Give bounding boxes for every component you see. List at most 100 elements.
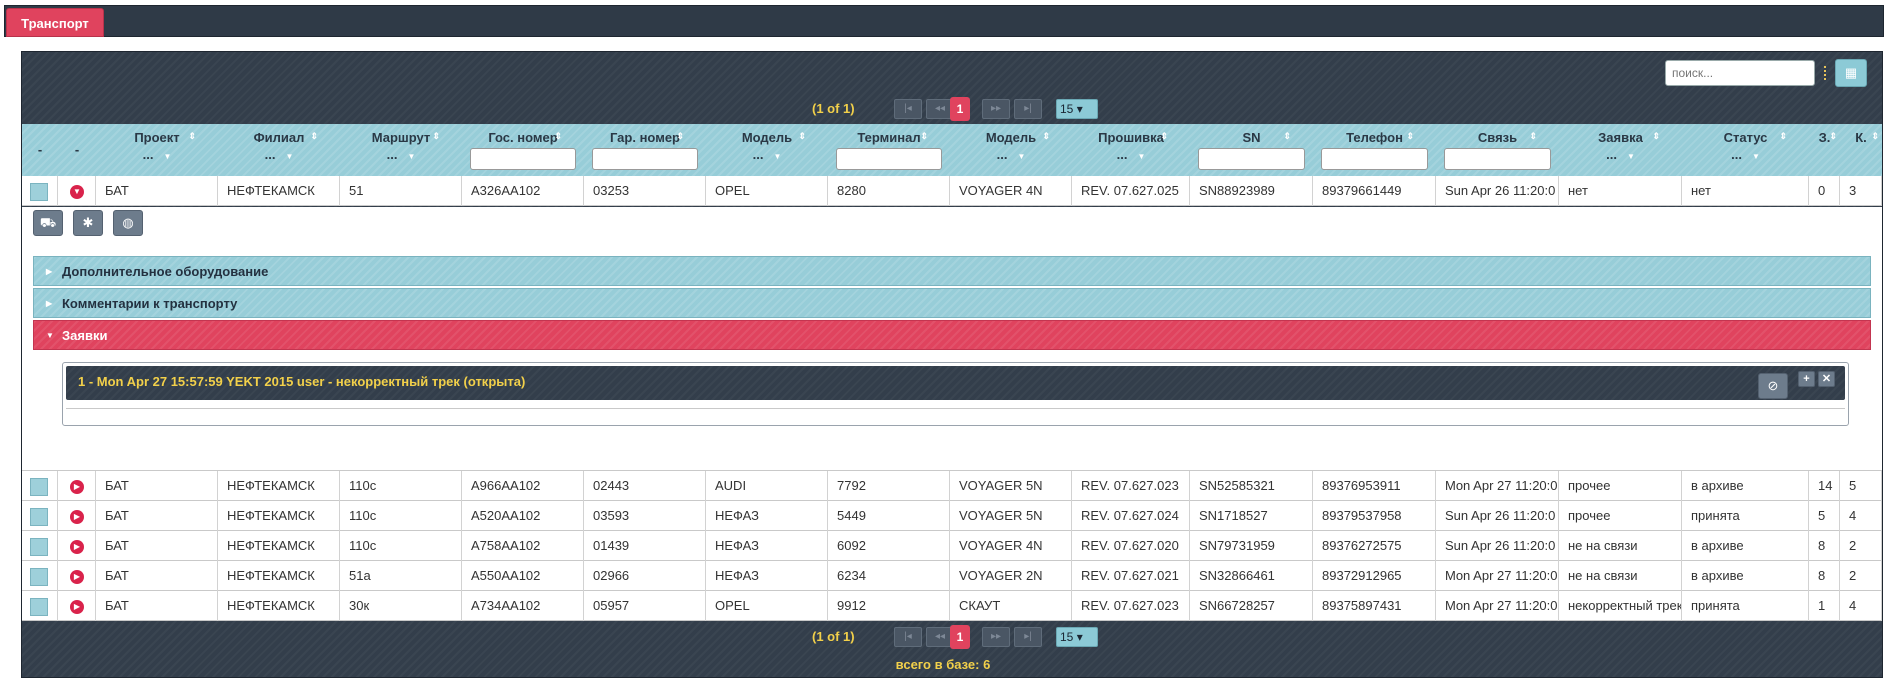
sort-icon[interactable]: ⇕ (1529, 131, 1537, 142)
columns-toggle-button[interactable]: ▦ (1835, 59, 1867, 87)
column-header[interactable]: К. ⇕ (1840, 124, 1882, 176)
sort-icon[interactable]: ⇕ (554, 131, 562, 142)
cell-terminal: 9912 (828, 591, 950, 621)
column-filter-input[interactable] (592, 148, 698, 170)
table-row[interactable]: ▶ БАТ НЕФТЕКАМСК 30к А734АА102 05957 OPEL 9912 С… (22, 591, 1882, 621)
expand-row-icon[interactable]: ▶ (70, 539, 84, 554)
sort-icon[interactable]: ⇕ (798, 131, 806, 142)
accordion-section[interactable]: ▶ Комментарии к транспорту (33, 288, 1871, 318)
column-filter-input[interactable] (1198, 148, 1305, 170)
sort-icon[interactable]: ⇕ (1652, 131, 1660, 142)
expand-row-icon[interactable]: ▶ (70, 479, 84, 494)
column-filter-select[interactable]: ... ▼ (96, 147, 218, 162)
accordion-section[interactable]: ▼ Заявки (33, 320, 1871, 350)
sort-icon[interactable]: ⇕ (1160, 131, 1168, 142)
cell-last-contact: Mon Apr 27 11:20:0 (1436, 561, 1559, 591)
column-header[interactable]: Проект ⇕ ... ▼ (96, 124, 218, 176)
next-page-button[interactable]: ▸▸ (982, 99, 1010, 119)
column-filter-input[interactable] (1321, 148, 1428, 170)
cancel-request-button[interactable]: ⊘ (1758, 373, 1788, 399)
row-checkbox[interactable] (30, 507, 48, 526)
row-checkbox[interactable] (30, 597, 48, 616)
first-page-button[interactable]: |◂ (894, 99, 922, 119)
cell-vehicle-model: НЕФАЗ (706, 501, 828, 531)
row-checkbox[interactable] (30, 537, 48, 556)
sort-icon[interactable]: ⇕ (1406, 131, 1414, 142)
table-row[interactable]: ▼ БАТ НЕФТЕКАМСК 51 А326АА102 03253 OPEL 8280 VO… (22, 176, 1882, 206)
column-header[interactable]: - (58, 124, 96, 176)
last-page-button[interactable]: ▸| (1014, 99, 1042, 119)
column-filter-select[interactable]: ... ▼ (340, 147, 462, 162)
truck-button[interactable]: ⛟ (33, 210, 63, 236)
rows-per-page-select[interactable]: 15 ▾ (1056, 627, 1098, 647)
search-input[interactable] (1665, 60, 1815, 86)
column-filter-input[interactable] (1444, 148, 1551, 170)
column-header[interactable]: Маршрут ⇕ ... ▼ (340, 124, 462, 176)
cell-plate: А326АА102 (462, 176, 584, 206)
column-filter-input[interactable] (836, 148, 942, 170)
cell-terminal: 8280 (828, 176, 950, 206)
expand-row-icon[interactable]: ▶ (70, 599, 84, 614)
table-row[interactable]: ▶ БАТ НЕФТЕКАМСК 51а А550АА102 02966 НЕФАЗ 6234… (22, 561, 1882, 591)
cell-k-count: 5 (1840, 471, 1882, 501)
sort-icon[interactable]: ⇕ (310, 131, 318, 142)
column-header[interactable]: Модель ⇕ ... ▼ (706, 124, 828, 176)
column-filter-select[interactable]: ... ▼ (950, 147, 1072, 162)
column-header[interactable]: Телефон ⇕ (1313, 124, 1436, 176)
first-page-button[interactable]: |◂ (894, 627, 922, 647)
add-request-button[interactable]: + (1798, 371, 1815, 387)
table-row[interactable]: ▶ БАТ НЕФТЕКАМСК 110с А520АА102 03593 НЕФАЗ 544… (22, 501, 1882, 531)
column-filter-select[interactable]: ... ▼ (1559, 147, 1682, 162)
drag-handle-icon[interactable] (1824, 66, 1828, 80)
sort-icon[interactable]: ⇕ (1283, 131, 1291, 142)
sort-icon[interactable]: ⇕ (188, 131, 196, 142)
sort-icon[interactable]: ⇕ (920, 131, 928, 142)
column-header[interactable]: SN ⇕ (1190, 124, 1313, 176)
column-header[interactable]: Модель ⇕ ... ▼ (950, 124, 1072, 176)
column-header[interactable]: Заявка ⇕ ... ▼ (1559, 124, 1682, 176)
cell-status: в архиве (1682, 531, 1809, 561)
row-checkbox[interactable] (30, 567, 48, 586)
expand-row-icon[interactable]: ▶ (70, 509, 84, 524)
column-filter-select[interactable]: ... ▼ (706, 147, 828, 162)
column-filter-select[interactable]: ... ▼ (1682, 147, 1809, 162)
sort-icon[interactable]: ⇕ (1779, 131, 1787, 142)
page-1-button[interactable]: 1 (950, 97, 970, 121)
sort-icon[interactable]: ⇕ (1042, 131, 1050, 142)
column-header[interactable]: - (22, 124, 58, 176)
sort-icon[interactable]: ⇕ (1829, 131, 1837, 142)
column-header[interactable]: Гос. номер ⇕ (462, 124, 584, 176)
column-header[interactable]: Прошивка ⇕ ... ▼ (1072, 124, 1190, 176)
close-request-button[interactable]: ✕ (1818, 371, 1835, 387)
sort-icon[interactable]: ⇕ (676, 131, 684, 142)
cell-terminal: 5449 (828, 501, 950, 531)
chevron-down-icon: ▼ (407, 152, 416, 161)
row-checkbox[interactable] (30, 477, 48, 496)
column-header[interactable]: Статус ⇕ ... ▼ (1682, 124, 1809, 176)
sort-icon[interactable]: ⇕ (1871, 131, 1879, 142)
column-filter-input[interactable] (470, 148, 576, 170)
globe-button[interactable]: ◍ (113, 210, 143, 236)
cell-phone: 89372912965 (1313, 561, 1436, 591)
rows-per-page-select[interactable]: 15 ▾ (1056, 99, 1098, 119)
column-header[interactable]: Филиал ⇕ ... ▼ (218, 124, 340, 176)
collapse-row-icon[interactable]: ▼ (70, 184, 84, 199)
column-filter-select[interactable]: ... ▼ (1072, 147, 1190, 162)
column-header[interactable]: Терминал ⇕ (828, 124, 950, 176)
cell-vehicle-model: OPEL (706, 591, 828, 621)
column-filter-select[interactable]: ... ▼ (218, 147, 340, 162)
expand-row-icon[interactable]: ▶ (70, 569, 84, 584)
column-header[interactable]: Связь ⇕ (1436, 124, 1559, 176)
table-row[interactable]: ▶ БАТ НЕФТЕКАМСК 110с А966АА102 02443 AUDI 7792… (22, 471, 1882, 501)
table-row[interactable]: ▶ БАТ НЕФТЕКАМСК 110с А758АА102 01439 НЕФАЗ 609… (22, 531, 1882, 561)
next-page-button[interactable]: ▸▸ (982, 627, 1010, 647)
row-checkbox[interactable] (30, 182, 48, 201)
tab-transport[interactable]: Транспорт (6, 8, 104, 37)
sort-icon[interactable]: ⇕ (432, 131, 440, 142)
page-1-button[interactable]: 1 (950, 625, 970, 649)
last-page-button[interactable]: ▸| (1014, 627, 1042, 647)
accordion-section[interactable]: ▶ Дополнительное оборудование (33, 256, 1871, 286)
bug-button[interactable]: ✱ (73, 210, 103, 236)
column-header[interactable]: З. ⇕ (1809, 124, 1840, 176)
column-header[interactable]: Гар. номер ⇕ (584, 124, 706, 176)
